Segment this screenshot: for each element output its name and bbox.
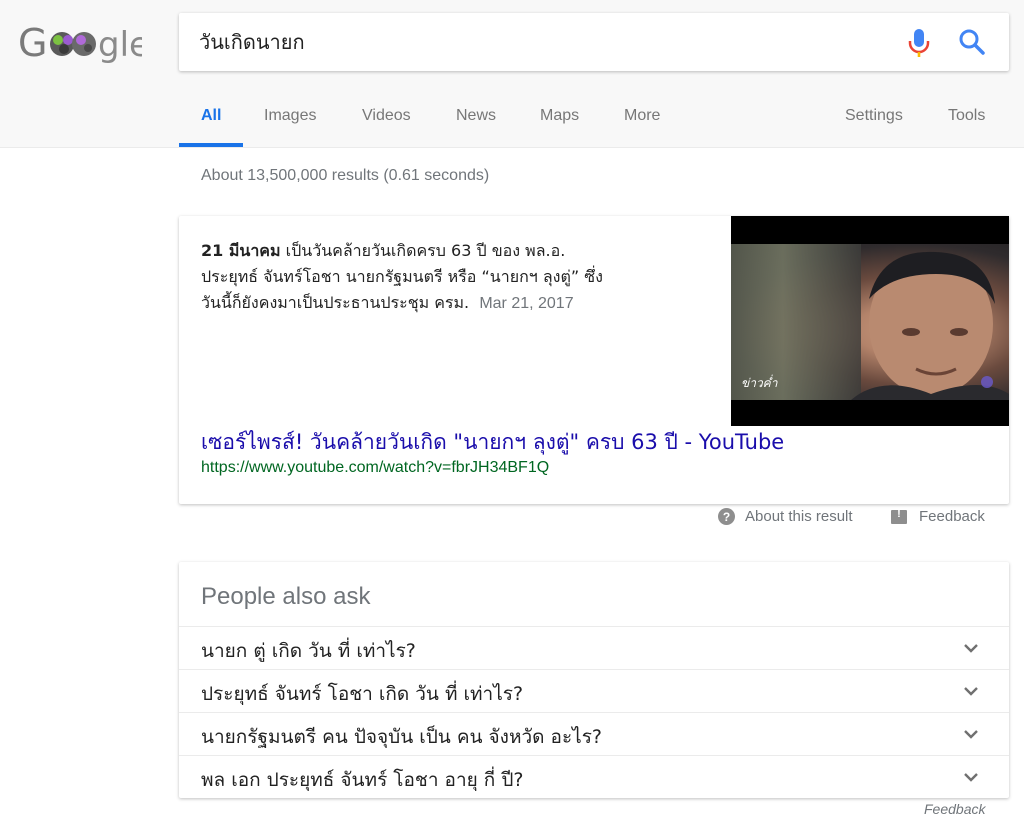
result-stats: About 13,500,000 results (0.61 seconds)	[201, 167, 490, 184]
google-logo[interactable]: G gle	[18, 18, 150, 68]
thumbnail-channel-logo: ข่าวค่ำ	[741, 376, 778, 390]
tab-videos[interactable]: Videos	[362, 107, 411, 125]
paa-question[interactable]: นายก ตู่ เกิด วัน ที่ เท่าไร?	[179, 626, 1009, 669]
search-tabs: All Images Videos News Maps More Setting…	[179, 96, 1009, 148]
chevron-down-icon	[964, 773, 978, 782]
video-thumbnail[interactable]: ข่าวค่ำ	[731, 216, 1009, 426]
svg-text:gle: gle	[98, 25, 142, 65]
header: G gle All Images Videos News Map	[0, 0, 1024, 148]
featured-snippet: 21 มีนาคม เป็นวันคล้ายวันเกิดครบ 63 ปี ข…	[179, 216, 1009, 504]
feedback-label: Feedback	[919, 508, 985, 525]
bottom-feedback-link[interactable]: Feedback	[924, 801, 985, 817]
help-icon: ?	[718, 508, 735, 525]
chevron-down-icon	[964, 644, 978, 653]
paa-question[interactable]: นายกรัฐมนตรี คน ปัจจุบัน เป็น คน จังหวัด…	[179, 712, 1009, 755]
feedback-icon	[891, 508, 907, 524]
tab-all[interactable]: All	[201, 107, 221, 125]
about-this-result[interactable]: ? About this result	[718, 508, 853, 525]
tab-maps[interactable]: Maps	[540, 107, 579, 125]
paa-question-text: ประยุทธ์ จันทร์ โอชา เกิด วัน ที่ เท่าไร…	[201, 683, 524, 705]
svg-text:G: G	[18, 21, 47, 65]
chevron-down-icon	[964, 730, 978, 739]
tab-news[interactable]: News	[456, 107, 496, 125]
result-title-link[interactable]: เซอร์ไพรส์! วันคล้ายวันเกิด "นายกฯ ลุงตู…	[201, 426, 784, 459]
result-url: https://www.youtube.com/watch?v=fbrJH34B…	[201, 459, 550, 476]
search-icon[interactable]	[957, 27, 987, 57]
about-this-result-label: About this result	[745, 508, 853, 525]
search-input[interactable]	[199, 26, 879, 58]
paa-question[interactable]: พล เอก ประยุทธ์ จันทร์ โอชา อายุ กี่ ปี?	[179, 755, 1009, 798]
paa-question-text: พล เอก ประยุทธ์ จันทร์ โอชา อายุ กี่ ปี?	[201, 769, 524, 791]
snippet-line-1: เป็นวันคล้ายวันเกิดครบ 63 ปี ของ พล.อ.	[280, 241, 566, 260]
snippet-line-2: ประยุทธ์ จันทร์โอชา นายกรัฐมนตรี หรือ “น…	[201, 267, 603, 286]
microphone-icon[interactable]	[905, 28, 933, 58]
snippet-text: 21 มีนาคม เป็นวันคล้ายวันเกิดครบ 63 ปี ข…	[201, 238, 701, 317]
snippet-bold-date: 21 มีนาคม	[201, 241, 281, 260]
tab-tools[interactable]: Tools	[948, 107, 985, 125]
tab-images[interactable]: Images	[264, 107, 316, 125]
feedback-link[interactable]: Feedback	[891, 508, 985, 525]
paa-title: People also ask	[201, 583, 371, 610]
google-doodle-icon: G gle	[18, 21, 150, 65]
tab-settings[interactable]: Settings	[845, 107, 903, 125]
paa-question-text: นายกรัฐมนตรี คน ปัจจุบัน เป็น คน จังหวัด…	[201, 726, 602, 748]
people-also-ask: People also ask นายก ตู่ เกิด วัน ที่ เท…	[179, 562, 1009, 798]
active-tab-indicator	[179, 143, 243, 147]
paa-question[interactable]: ประยุทธ์ จันทร์ โอชา เกิด วัน ที่ เท่าไร…	[179, 669, 1009, 712]
snippet-line-3: วันนี้ก็ยังคงมาเป็นประธานประชุม ครม.	[201, 293, 470, 312]
chevron-down-icon	[964, 687, 978, 696]
snippet-date: Mar 21, 2017	[479, 295, 574, 312]
tab-more[interactable]: More	[624, 107, 660, 125]
paa-question-text: นายก ตู่ เกิด วัน ที่ เท่าไร?	[201, 640, 416, 662]
search-box	[179, 13, 1009, 71]
